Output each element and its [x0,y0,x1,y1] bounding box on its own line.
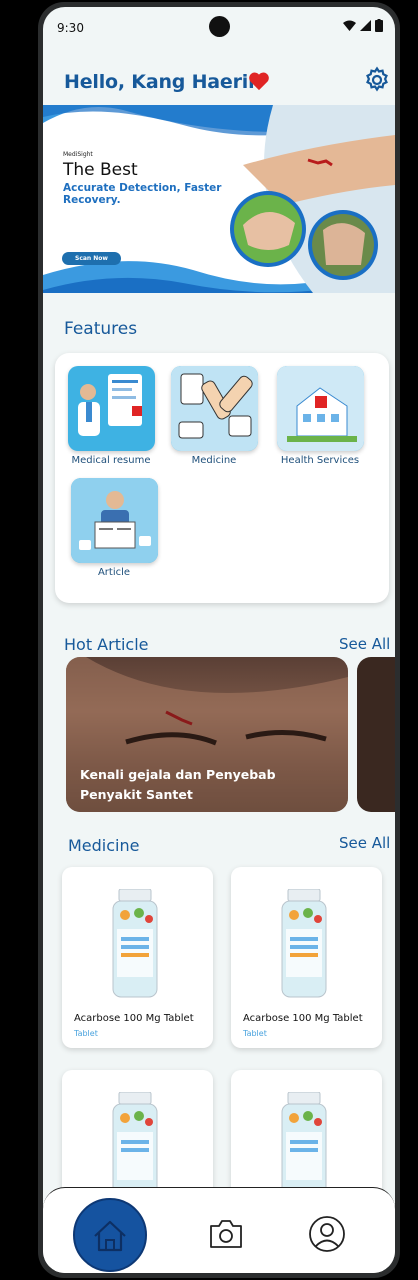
profile-icon[interactable] [308,1215,346,1253]
feature-medical-resume[interactable]: Medical resume [61,366,161,466]
promo-banner[interactable]: MediSight The Best Accurate Detection, F… [43,105,395,293]
features-card: Medical resume Medicine Health Services … [55,353,389,603]
medicine-type: Tablet [74,1029,98,1038]
medicine-type: Tablet [243,1029,267,1038]
medicine-name: Acarbose 100 Mg Tablet [243,1013,363,1024]
article-title: Kenali gejala dan Penyebab Penyakit Sant… [80,767,276,802]
medicine-card[interactable]: Acarbose 100 Mg Tablet Tablet [62,867,213,1048]
status-bar: 9:30 [43,7,395,47]
medicine-see-all-link[interactable]: See All [339,834,390,852]
article-card[interactable] [357,657,395,812]
home-icon [94,1220,126,1252]
medical-resume-icon [77,374,142,436]
feature-article[interactable]: Article [64,478,164,578]
signal-icon [360,20,371,31]
screen: 9:30 Hello, Kang Haerin MediSight The Be… [43,7,395,1273]
hot-article-see-all-link[interactable]: See All [339,635,390,653]
medicine-name: Acarbose 100 Mg Tablet [74,1013,194,1024]
bottom-navigation [43,1187,395,1273]
phone-frame: 9:30 Hello, Kang Haerin MediSight The Be… [38,2,400,1278]
greeting-text: Hello, Kang Haerin [64,71,262,93]
medicine-card[interactable]: Acarbose 100 Mg Tablet Tablet [231,867,382,1048]
feature-label: Medical resume [71,455,151,466]
status-time: 9:30 [57,21,84,35]
feature-label: Health Services [280,455,360,466]
feature-medicine[interactable]: Medicine [164,366,264,466]
camera-icon[interactable] [208,1218,244,1250]
article-card[interactable]: Kenali gejala dan Penyebab Penyakit Sant… [66,657,348,812]
medicine-icon [170,366,258,451]
hot-article-title: Hot Article [64,635,149,654]
nav-home-button[interactable] [73,1198,147,1272]
heart-icon [249,72,269,91]
features-title: Features [64,319,138,339]
camera-cutout [209,16,230,37]
feature-health-services[interactable]: Health Services [270,366,370,466]
health-services-icon [276,366,364,451]
battery-icon [375,19,383,32]
medicine-title: Medicine [68,836,140,855]
status-icons [343,19,383,32]
gear-icon[interactable] [363,66,391,94]
banner-brand: MediSight [63,151,93,158]
medicine-bottle-image [281,889,327,998]
banner-title: The Best [63,160,138,180]
feature-label: Medicine [191,455,237,466]
feature-label: Article [97,567,131,578]
wifi-icon [343,20,356,31]
banner-subtitle: Accurate Detection, Faster Recovery. [63,182,222,206]
article-icon [70,478,158,563]
scan-now-button[interactable]: Scan Now [62,252,121,265]
medicine-bottle-image [112,889,158,998]
